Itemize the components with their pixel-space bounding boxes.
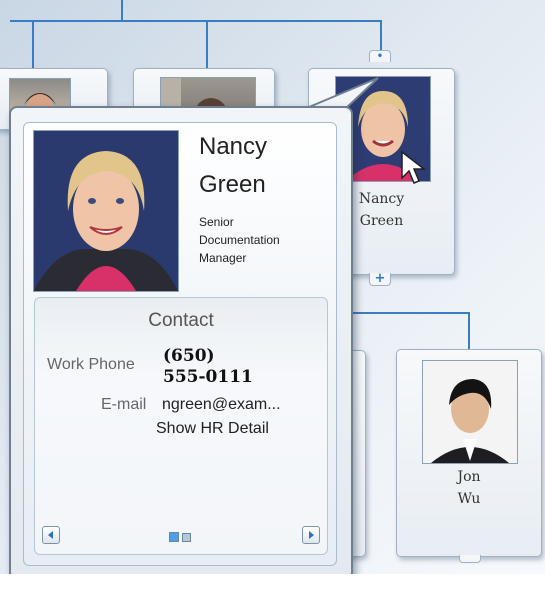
expand-children-button[interactable]	[459, 555, 481, 563]
employee-first-name: Nancy	[199, 133, 268, 160]
nancy-large-photo-icon	[34, 131, 178, 291]
node-last-name: Wu	[457, 491, 481, 507]
work-phone-label: Work Phone	[47, 356, 135, 373]
triangle-right-icon	[309, 531, 314, 539]
page-indicator[interactable]	[182, 533, 191, 542]
contact-section: Contact Work Phone (650) 555-0111 E-mail…	[34, 297, 328, 555]
connector-line	[32, 20, 34, 68]
jon-photo-icon	[423, 361, 517, 463]
org-chart-canvas: • Nancy Green + Jon Wu Nancy Green Senio…	[0, 0, 545, 596]
show-hr-detail-link[interactable]: Show HR Detail	[156, 420, 269, 438]
connector-line	[10, 20, 382, 22]
previous-page-button[interactable]	[42, 526, 60, 544]
employee-detail-popup: Nancy Green Senior Documentation Manager…	[9, 106, 353, 580]
page-indicator-active[interactable]	[169, 532, 179, 542]
next-page-button[interactable]	[302, 526, 320, 544]
work-phone-value[interactable]: 555-0111	[163, 367, 253, 388]
employee-title-line: Documentation	[199, 233, 280, 247]
employee-photo	[422, 360, 518, 464]
connector-line	[121, 0, 123, 22]
popup-inner-panel: Nancy Green Senior Documentation Manager…	[23, 122, 337, 566]
email-value[interactable]: ngreen@exam...	[162, 396, 281, 414]
triangle-left-icon	[48, 531, 53, 539]
expand-children-button[interactable]: +	[369, 272, 391, 286]
node-first-name: Jon	[457, 469, 481, 485]
collapse-parent-button[interactable]: •	[369, 50, 391, 62]
popup-photo	[33, 130, 179, 292]
contact-header: Contact	[148, 310, 214, 331]
mouse-pointer-icon	[401, 150, 426, 184]
employee-last-name: Green	[199, 171, 266, 198]
employee-title-line: Manager	[199, 251, 247, 265]
connector-line	[350, 312, 470, 314]
connector-line	[468, 312, 470, 350]
email-label: E-mail	[101, 396, 147, 413]
employee-node-jon-wu[interactable]: Jon Wu	[396, 349, 542, 557]
employee-title-line: Senior	[199, 215, 234, 229]
work-phone-value[interactable]: (650)	[163, 346, 215, 367]
connector-line	[206, 20, 208, 68]
